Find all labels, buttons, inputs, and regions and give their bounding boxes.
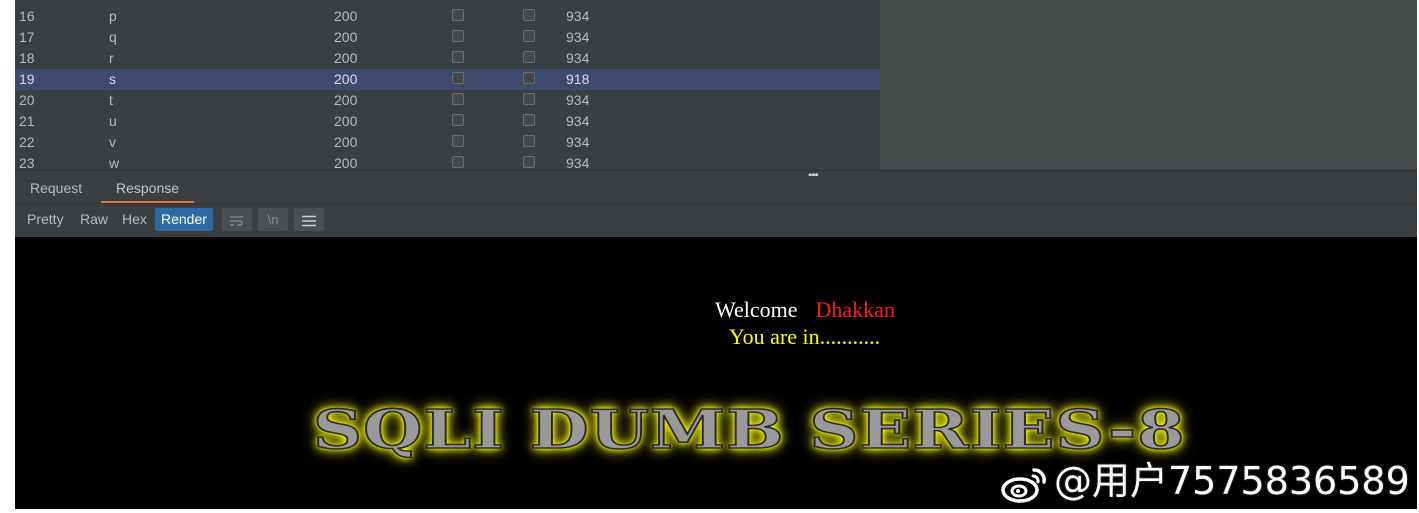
tab-response[interactable]: Response	[101, 180, 195, 203]
response-length: 934	[566, 92, 590, 108]
render-button[interactable]: Render	[155, 208, 213, 231]
watermark-text: @用户7575836589	[1054, 459, 1410, 503]
wrap-lines-icon[interactable]	[222, 208, 252, 231]
table-row[interactable]: 23 w 200 934	[15, 153, 880, 170]
timeout-checkbox[interactable]	[523, 51, 535, 63]
payload: r	[109, 50, 114, 66]
response-view-toolbar: Pretty Raw Hex Render \n	[15, 204, 1417, 238]
error-checkbox[interactable]	[452, 51, 464, 63]
table-row[interactable]: 21 u 200 934	[15, 111, 880, 132]
hex-button[interactable]: Hex	[116, 208, 153, 231]
response-length: 934	[566, 134, 590, 150]
status-code: 200	[334, 71, 358, 87]
status-code: 200	[334, 113, 358, 129]
payload: s	[109, 71, 116, 87]
status-code: 200	[334, 134, 358, 150]
status-code: 200	[334, 92, 358, 108]
results-rows: 15 o 200 934 16 p 200 934 17 q 200 934 18 r 200 934 19 s 2…	[15, 0, 880, 170]
error-checkbox[interactable]	[452, 135, 464, 147]
error-checkbox[interactable]	[452, 156, 464, 168]
timeout-checkbox[interactable]	[523, 93, 535, 105]
table-row[interactable]: 20 t 200 934	[15, 90, 880, 111]
response-length: 934	[566, 0, 589, 4]
message-tabs: Request Response	[15, 176, 1417, 204]
table-row[interactable]: 18 r 200 934	[15, 48, 880, 69]
response-length: 934	[566, 29, 590, 45]
error-checkbox[interactable]	[452, 30, 464, 42]
weibo-logo-icon	[1000, 464, 1050, 504]
status-code: 200	[334, 155, 358, 170]
timeout-checkbox[interactable]	[523, 156, 535, 168]
request-number: 17	[19, 29, 35, 45]
results-table-side-panel	[880, 0, 1417, 170]
status-code: 200	[334, 8, 358, 24]
response-length: 918	[566, 71, 590, 87]
payload: u	[109, 113, 117, 129]
newline-toggle-icon[interactable]: \n	[258, 208, 288, 231]
status-message: You are in...........	[729, 324, 881, 349]
timeout-checkbox[interactable]	[523, 9, 535, 21]
payload: p	[109, 8, 117, 24]
request-number: 18	[19, 50, 35, 66]
payload: q	[109, 29, 117, 45]
timeout-checkbox[interactable]	[523, 135, 535, 147]
payload: v	[109, 134, 116, 150]
error-checkbox[interactable]	[452, 93, 464, 105]
table-row[interactable]: 22 v 200 934	[15, 132, 880, 153]
payload: o	[109, 0, 117, 4]
table-row[interactable]: 17 q 200 934	[15, 27, 880, 48]
error-checkbox[interactable]	[452, 9, 464, 21]
timeout-checkbox[interactable]	[523, 30, 535, 42]
welcome-line: Welcome Dhakkan	[715, 297, 895, 323]
response-length: 934	[566, 113, 590, 129]
status-code: 200	[334, 0, 357, 4]
table-row[interactable]: 19 s 200 918	[15, 69, 880, 90]
payload: t	[109, 92, 113, 108]
welcome-text: Welcome	[715, 297, 798, 322]
table-row[interactable]: 16 p 200 934	[15, 6, 880, 27]
pretty-button[interactable]: Pretty	[21, 208, 70, 231]
request-number: 21	[19, 113, 35, 129]
results-table[interactable]: 15 o 200 934 16 p 200 934 17 q 200 934 18 r 200 934 19 s 2…	[15, 0, 880, 170]
status-code: 200	[334, 50, 358, 66]
response-length: 934	[566, 8, 590, 24]
response-length: 934	[566, 155, 590, 170]
watermark: @用户7575836589	[1000, 450, 1410, 505]
raw-button[interactable]: Raw	[74, 208, 114, 231]
user-name: Dhakkan	[815, 297, 895, 322]
hamburger-menu-icon[interactable]	[294, 208, 324, 231]
left-gutter	[0, 0, 15, 510]
timeout-checkbox[interactable]	[523, 114, 535, 126]
request-number: 19	[19, 71, 35, 87]
request-number: 23	[19, 155, 35, 170]
request-number: 22	[19, 134, 35, 150]
payload: w	[109, 155, 120, 170]
error-checkbox[interactable]	[452, 114, 464, 126]
request-number: 15	[19, 0, 35, 4]
status-code: 200	[334, 29, 358, 45]
request-number: 20	[19, 92, 35, 108]
error-checkbox[interactable]	[452, 72, 464, 84]
tab-request[interactable]: Request	[30, 180, 82, 203]
response-length: 934	[566, 50, 590, 66]
request-number: 16	[19, 8, 35, 24]
timeout-checkbox[interactable]	[523, 72, 535, 84]
